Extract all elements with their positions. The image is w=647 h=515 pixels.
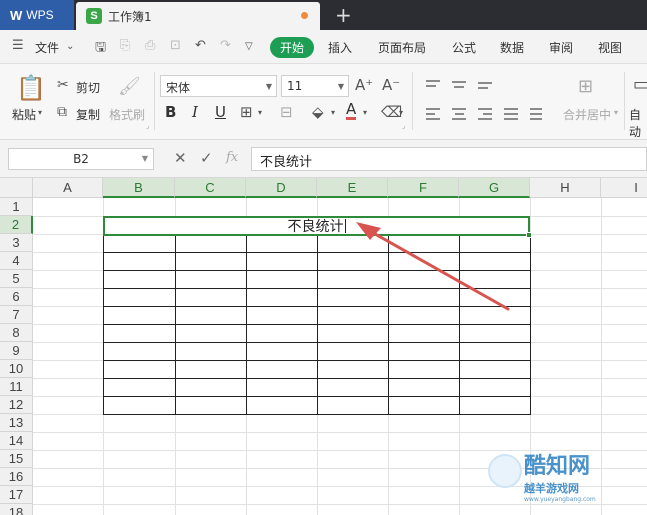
merge-center-button[interactable]: 合并居中 bbox=[563, 106, 611, 123]
tab-page-layout[interactable]: 页面布局 bbox=[378, 39, 426, 56]
cut-button[interactable]: 剪切 bbox=[76, 79, 100, 96]
insert-function-icon[interactable]: fx bbox=[226, 150, 238, 165]
chevron-down-icon[interactable]: ⌄ bbox=[66, 41, 74, 52]
wrap-text-icon[interactable]: ▭ bbox=[633, 74, 647, 95]
undo-icon[interactable]: ↶ bbox=[195, 38, 206, 53]
tab-home[interactable]: 开始 bbox=[270, 37, 314, 58]
formula-input[interactable]: 不良统计 bbox=[251, 147, 647, 171]
spreadsheet-grid: ABCDEFGHI 1 2 3 4 5 6 7 8 9 10 11 12 13 14 15 16 17 18 不良… bbox=[0, 178, 647, 515]
cancel-icon[interactable]: ✕ bbox=[174, 149, 187, 167]
export-icon[interactable]: ⎘ bbox=[120, 38, 130, 53]
fill-color-icon[interactable]: ⬙ bbox=[312, 103, 324, 121]
cell-reference: B2 bbox=[73, 152, 89, 166]
arrowhead bbox=[356, 222, 381, 240]
hamburger-icon[interactable]: ☰ bbox=[12, 38, 24, 53]
confirm-icon[interactable]: ✓ bbox=[200, 149, 213, 167]
font-launcher-icon[interactable]: ⌟ bbox=[402, 122, 405, 130]
name-box[interactable]: B2 ▼ bbox=[8, 148, 154, 170]
increase-font-icon[interactable]: A⁺ bbox=[355, 76, 373, 94]
tab-view[interactable]: 视图 bbox=[598, 39, 622, 56]
chevron-down-icon: ▼ bbox=[141, 154, 148, 163]
tab-review[interactable]: 审阅 bbox=[549, 39, 573, 56]
merge-center-icon[interactable]: ⊞ bbox=[578, 76, 593, 97]
font-name-value: 宋体 bbox=[166, 81, 191, 95]
watermark-subtitle: 越羊游戏网 bbox=[524, 482, 579, 495]
chevron-down-icon[interactable]: ▾ bbox=[399, 108, 403, 117]
format-painter-icon[interactable]: 🖌 bbox=[118, 76, 141, 97]
unsaved-dot-icon bbox=[301, 12, 308, 19]
file-menu[interactable]: 文件 bbox=[35, 39, 59, 56]
tab-insert[interactable]: 插入 bbox=[328, 39, 352, 56]
paste-dropdown-icon[interactable]: ▾ bbox=[38, 108, 42, 117]
chevron-down-icon[interactable]: ▾ bbox=[614, 108, 618, 117]
new-tab-button[interactable]: + bbox=[335, 3, 352, 27]
preview-icon[interactable]: ⊡ bbox=[170, 38, 181, 53]
copy-icon[interactable]: ⧉ bbox=[57, 104, 67, 120]
bold-button[interactable]: B bbox=[165, 103, 176, 121]
watermark-logo: 酷知网 越羊游戏网 www.yueyangbang.com bbox=[470, 436, 647, 515]
divider bbox=[412, 72, 413, 130]
chevron-down-icon: ▼ bbox=[265, 82, 272, 91]
font-size-value: 11 bbox=[287, 79, 303, 93]
font-name-select[interactable]: 宋体 ▼ bbox=[160, 75, 277, 97]
watermark-wifi-icon bbox=[488, 454, 522, 488]
arrow-shaft bbox=[366, 228, 510, 311]
app-name: WPS bbox=[26, 8, 54, 22]
paste-icon[interactable]: 📋 bbox=[16, 74, 46, 102]
tab-formulas[interactable]: 公式 bbox=[452, 39, 476, 56]
save-icon[interactable]: 🖫 bbox=[95, 38, 106, 60]
underline-button[interactable]: U bbox=[215, 103, 226, 121]
formula-bar: B2 ▼ ✕ ✓ fx 不良统计 bbox=[0, 140, 647, 178]
wps-logo-icon: W bbox=[10, 7, 23, 23]
clipboard-launcher-icon[interactable]: ⌟ bbox=[146, 122, 149, 130]
font-size-select[interactable]: 11 ▼ bbox=[281, 75, 349, 97]
print-icon[interactable]: ⎙ bbox=[145, 38, 155, 53]
merge-icon[interactable]: ⊟ bbox=[280, 103, 293, 121]
paste-button[interactable]: 粘贴 bbox=[12, 106, 36, 123]
wps-home-tab[interactable]: W WPS bbox=[0, 0, 74, 30]
spreadsheet-icon: S bbox=[86, 8, 102, 24]
ribbon-toolbar: 📋 粘贴 ▾ ✂ 剪切 ⧉ 复制 🖌 格式刷 ⌟ 宋体 ▼ 11 ▼ A⁺ A⁻… bbox=[0, 64, 647, 140]
divider bbox=[624, 72, 625, 130]
scissors-icon[interactable]: ✂ bbox=[57, 77, 69, 93]
wrap-text-button[interactable]: 自动 bbox=[629, 106, 647, 140]
watermark-url: www.yueyangbang.com bbox=[524, 496, 596, 503]
document-title: 工作簿1 bbox=[108, 9, 152, 24]
watermark-title: 酷知网 bbox=[524, 454, 591, 479]
chevron-down-icon: ▼ bbox=[337, 82, 344, 91]
chevron-down-icon[interactable]: ▾ bbox=[258, 108, 262, 117]
format-painter-button[interactable]: 格式刷 bbox=[109, 106, 145, 123]
redo-icon[interactable]: ↷ bbox=[220, 38, 231, 53]
decrease-font-icon[interactable]: A⁻ bbox=[382, 76, 400, 94]
menu-bar: ☰ 文件 ⌄ 🖫 ⎘ ⎙ ⊡ ↶ ↷ ▽ 开始 插入 页面布局 公式 数据 审阅… bbox=[0, 30, 647, 64]
copy-button[interactable]: 复制 bbox=[76, 106, 100, 123]
tab-data[interactable]: 数据 bbox=[500, 39, 524, 56]
border-icon[interactable]: ⊞ bbox=[240, 103, 253, 121]
chevron-down-icon[interactable]: ▾ bbox=[363, 108, 367, 117]
chevron-down-icon[interactable]: ▾ bbox=[331, 108, 335, 117]
divider bbox=[154, 72, 155, 130]
title-bar: W WPS S 工作簿1 + bbox=[0, 0, 647, 30]
font-color-button[interactable]: A bbox=[346, 102, 357, 120]
document-tab[interactable]: S 工作簿1 bbox=[76, 2, 320, 30]
italic-button[interactable]: I bbox=[192, 103, 198, 121]
quick-access-dropdown-icon[interactable]: ▽ bbox=[245, 41, 253, 52]
